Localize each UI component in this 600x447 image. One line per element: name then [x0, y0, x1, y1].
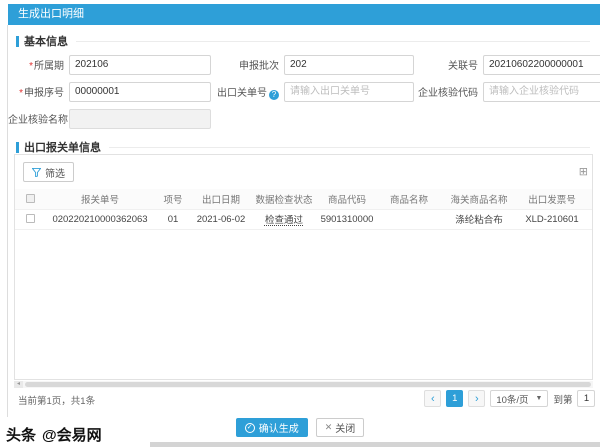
page-size-select[interactable]: 10条/页 ▼ — [490, 390, 548, 407]
col-export-date: 出口日期 — [191, 189, 251, 209]
cell-extra: 一般 — [587, 209, 592, 229]
declarations-panel: 筛选 ⊞ 报关单号 项号 出口日期 数据检查状态 商品代码 商品名称 海关商品名… — [14, 154, 593, 380]
bottom-strip — [150, 442, 600, 447]
section-basic-info: 基本信息 — [16, 33, 590, 49]
chevron-down-icon: ▼ — [536, 395, 543, 402]
prev-page-button[interactable]: ‹ — [424, 390, 441, 407]
watermark: 头条 @会易网 — [6, 424, 102, 445]
relation-no-input[interactable] — [483, 55, 600, 75]
col-extra — [587, 189, 592, 209]
cell-export-date: 2021-06-02 — [191, 209, 251, 229]
cell-goods-name — [377, 209, 441, 229]
export-customs-no-label: 出口关单号? — [213, 84, 279, 100]
col-goods-name: 商品名称 — [377, 189, 441, 209]
col-check-status: 数据检查状态 — [251, 189, 317, 209]
batch-input[interactable] — [284, 55, 414, 75]
cell-check-status: 检查通过 — [251, 209, 317, 229]
col-customs-goods-name: 海关商品名称 — [441, 189, 517, 209]
section-accent-bar — [16, 142, 19, 153]
declarations-table: 报关单号 项号 出口日期 数据检查状态 商品代码 商品名称 海关商品名称 出口发… — [15, 189, 592, 230]
section-divider — [76, 41, 590, 42]
col-goods-code: 商品代码 — [317, 189, 377, 209]
row-checkbox[interactable] — [26, 214, 35, 223]
pagination-summary: 当前第1页，共1条 — [18, 393, 95, 407]
cell-customs-goods-name: 涤纶粘合布 — [441, 209, 517, 229]
section-accent-bar — [16, 36, 19, 47]
required-marker: * — [19, 88, 23, 99]
batch-label: 申报批次 — [213, 57, 279, 72]
basic-info-form: *所属期 申报批次 关联号 *申报序号 出口关单号? 企业核验代码 企业核验名称 — [8, 51, 598, 132]
form-row: 企业核验名称 — [8, 105, 598, 132]
next-page-button[interactable]: › — [468, 390, 485, 407]
col-item-no: 项号 — [155, 189, 191, 209]
close-icon: ✕ — [325, 422, 333, 433]
form-row: *所属期 申报批次 关联号 — [8, 51, 598, 78]
section-title: 基本信息 — [24, 33, 68, 49]
close-button[interactable]: ✕ 关闭 — [316, 418, 365, 437]
row-select-cell — [15, 209, 45, 229]
col-declaration-no: 报关单号 — [45, 189, 155, 209]
dialog-title: 生成出口明细 — [8, 4, 600, 25]
period-label: *所属期 — [8, 57, 64, 72]
section-export-declarations: 出口报关单信息 — [16, 139, 590, 155]
check-circle-icon: ✓ — [245, 423, 255, 433]
enterprise-check-name-label: 企业核验名称 — [8, 111, 64, 126]
form-row: *申报序号 出口关单号? 企业核验代码 — [8, 78, 598, 105]
column-settings-icon[interactable]: ⊞ — [579, 167, 588, 178]
confirm-generate-button[interactable]: ✓ 确认生成 — [236, 418, 308, 437]
current-page-button[interactable]: 1 — [446, 390, 463, 407]
cell-item-no: 01 — [155, 209, 191, 229]
select-all-checkbox[interactable] — [26, 194, 35, 203]
section-title: 出口报关单信息 — [24, 139, 101, 155]
header-select-all — [15, 189, 45, 209]
col-invoice-no: 出口发票号 — [517, 189, 587, 209]
sequence-no-label: *申报序号 — [8, 84, 64, 99]
cell-goods-code: 5901310000 — [317, 209, 377, 229]
horizontal-scrollbar[interactable]: ◂ — [14, 381, 593, 388]
filter-label: 筛选 — [45, 165, 65, 180]
cell-invoice-no: XLD-210601 — [517, 209, 587, 229]
cell-declaration-no: 020220210000362063 — [45, 209, 155, 229]
filter-funnel-icon — [32, 168, 41, 177]
goto-label: 到第 — [553, 392, 572, 406]
watermark-handle: @会易网 — [42, 424, 102, 445]
export-customs-no-input[interactable] — [284, 82, 414, 102]
sequence-no-input[interactable] — [69, 82, 211, 102]
period-input[interactable] — [69, 55, 211, 75]
scroll-left-icon[interactable]: ◂ — [14, 381, 23, 388]
pagination: ‹ 1 › 10条/页 ▼ 到第 页 — [424, 390, 600, 407]
scrollbar-thumb[interactable] — [25, 382, 591, 387]
relation-no-label: 关联号 — [416, 57, 478, 72]
help-icon[interactable]: ? — [269, 90, 279, 100]
goto-page-input[interactable] — [577, 390, 595, 407]
enterprise-check-code-input[interactable] — [483, 82, 600, 102]
enterprise-check-name-input — [69, 109, 211, 129]
enterprise-check-code-label: 企业核验代码 — [416, 84, 478, 99]
page-size-value: 10条/页 — [496, 392, 528, 406]
required-marker: * — [29, 61, 33, 72]
filter-button[interactable]: 筛选 — [23, 162, 74, 182]
section-divider — [109, 147, 590, 148]
watermark-brand: 头条 — [6, 424, 36, 445]
table-row[interactable]: 020220210000362063 01 2021-06-02 检查通过 59… — [15, 209, 592, 229]
table-header-row: 报关单号 项号 出口日期 数据检查状态 商品代码 商品名称 海关商品名称 出口发… — [15, 189, 592, 209]
